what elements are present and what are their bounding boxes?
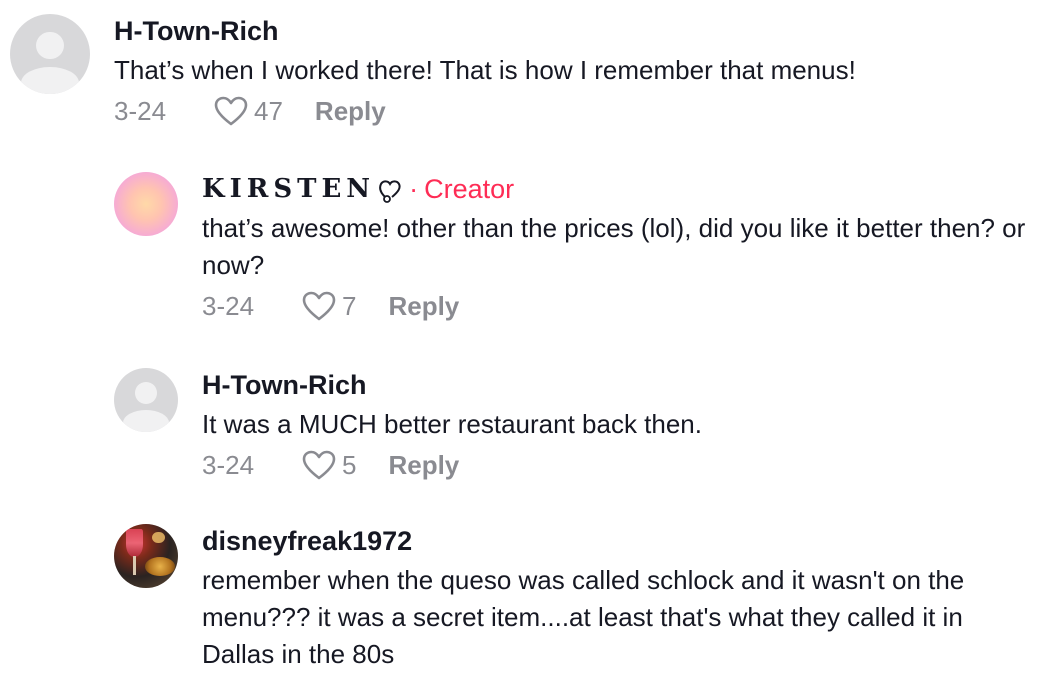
heart-outline-icon xyxy=(302,450,336,480)
avatar[interactable] xyxy=(114,368,178,432)
separator-dot: · xyxy=(409,174,419,204)
avatar[interactable] xyxy=(10,14,90,94)
like-button[interactable]: 5 xyxy=(302,450,356,481)
comment-text: That’s when I worked there! That is how … xyxy=(114,55,856,85)
like-count: 7 xyxy=(342,290,357,321)
comment-date: 3-24 xyxy=(114,95,167,126)
comment-meta: 3-24 47 Reply xyxy=(114,91,1034,131)
reply-button[interactable]: Reply xyxy=(388,291,459,322)
default-avatar-icon xyxy=(135,382,157,404)
reply-button[interactable]: Reply xyxy=(315,96,386,127)
comment-username-row: KIRSTEN · Creator xyxy=(202,172,1042,206)
avatar[interactable] xyxy=(114,524,178,588)
heart-outline-icon xyxy=(302,291,336,321)
comment-text: that’s awesome! other than the prices (l… xyxy=(202,213,1026,280)
comment-username[interactable]: disneyfreak1972 xyxy=(202,524,1042,558)
comment-item: H-Town-Rich It was a MUCH better restaur… xyxy=(114,368,1042,485)
comment-username[interactable]: KIRSTEN xyxy=(202,172,375,206)
default-avatar-icon xyxy=(36,31,64,59)
like-count: 47 xyxy=(254,95,283,126)
comment-username[interactable]: H-Town-Rich xyxy=(114,14,1034,48)
like-button[interactable]: 47 xyxy=(214,96,283,127)
comment-item: disneyfreak1972 remember when the queso … xyxy=(114,524,1042,673)
comment-username[interactable]: H-Town-Rich xyxy=(202,368,1042,402)
comment-date: 3-24 xyxy=(202,449,255,480)
comment-date: 3-24 xyxy=(202,290,255,321)
comment-item: H-Town-Rich That’s when I worked there! … xyxy=(10,14,1034,131)
comment-meta: 3-24 7 Reply xyxy=(202,286,1042,326)
like-button[interactable]: 7 xyxy=(302,291,356,322)
creator-heart-icon xyxy=(375,172,403,206)
like-count: 5 xyxy=(342,449,357,480)
reply-button[interactable]: Reply xyxy=(388,450,459,481)
comment-meta: 3-24 5 Reply xyxy=(202,445,1042,485)
creator-badge: Creator xyxy=(424,174,515,204)
comment-text: It was a MUCH better restaurant back the… xyxy=(202,409,702,439)
comment-item: KIRSTEN · Creator that’s awesome! other … xyxy=(114,172,1042,326)
avatar[interactable] xyxy=(114,172,178,236)
comment-text: remember when the queso was called schlo… xyxy=(202,565,965,669)
heart-outline-icon xyxy=(214,96,248,126)
